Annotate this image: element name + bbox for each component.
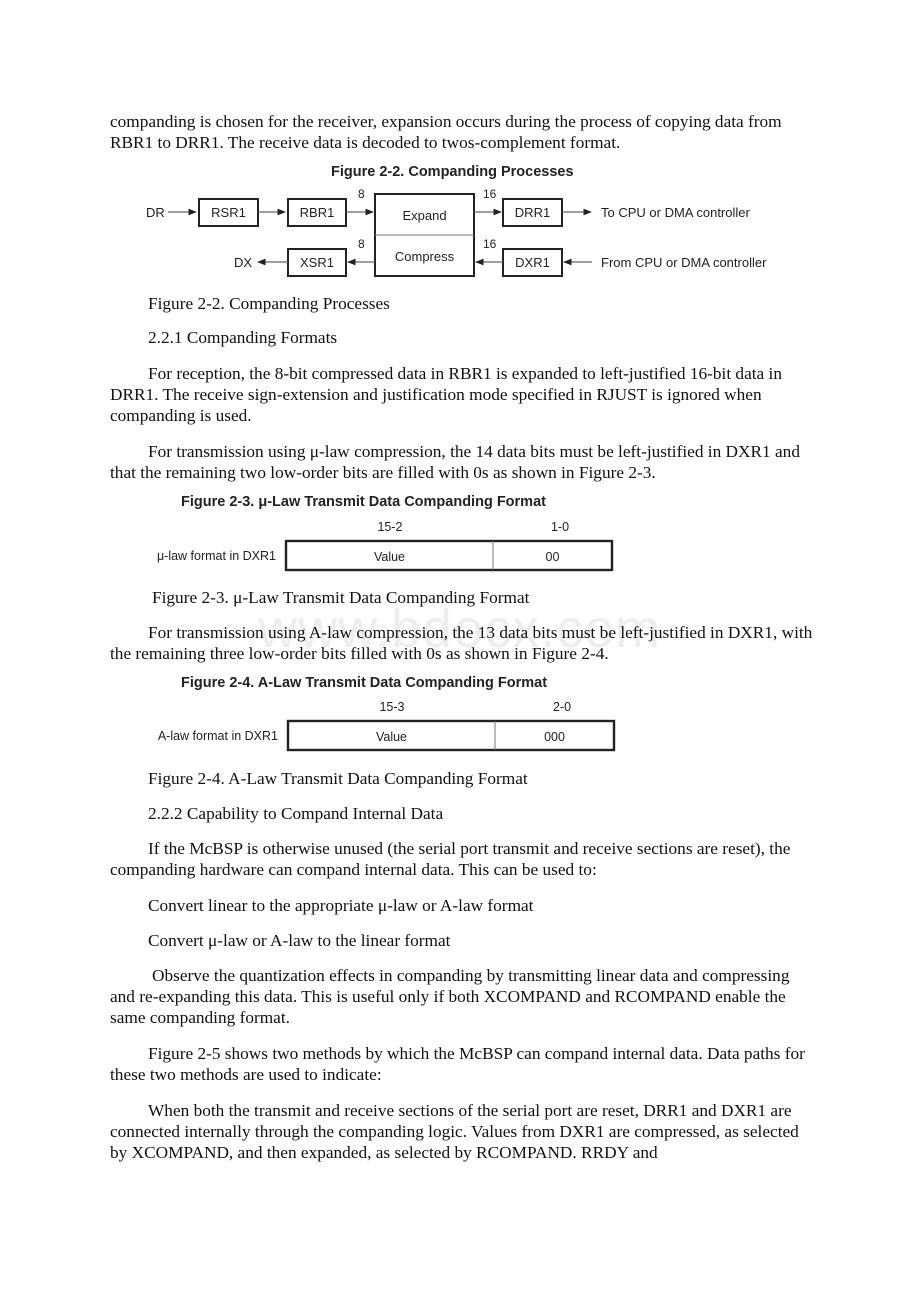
figure-2-4-caption: Figure 2-4. A-Law Transmit Data Compandi…	[148, 769, 528, 788]
paragraph-mu-law: For transmission using μ-law compression…	[110, 442, 800, 482]
field1-bits: 15-2	[377, 520, 402, 534]
figure-2-3-register: 15-2 1-0 μ-law format in DXR1 Value 00	[157, 520, 614, 572]
section-heading-2-2-2: 2.2.2 Capability to Compand Internal Dat…	[148, 804, 444, 823]
rsr1-label: RSR1	[211, 205, 246, 220]
figure-2-4-title: Figure 2-4. A-Law Transmit Data Compandi…	[181, 675, 548, 691]
field1-bits: 15-3	[379, 700, 404, 714]
register-box	[284, 539, 614, 572]
register-row-label: μ-law format in DXR1	[157, 549, 276, 563]
bits-16-bottom: 16	[483, 237, 497, 251]
paragraph-intro: companding is chosen for the receiver, e…	[110, 112, 782, 152]
section-heading-2-2-1: 2.2.1 Companding Formats	[148, 328, 338, 347]
list-item-convert-law: Convert μ-law or A-law to the linear for…	[148, 931, 451, 950]
figure-2-2-caption: Figure 2-2. Companding Processes	[148, 294, 390, 313]
paragraph-both-reset: When both the transmit and receive secti…	[110, 1101, 799, 1162]
paragraph-mcbsp-unused: If the McBSP is otherwise unused (the se…	[110, 839, 791, 879]
paragraph-reception: For reception, the 8-bit compressed data…	[110, 364, 782, 425]
figure-2-3-title: Figure 2-3. μ-Law Transmit Data Compandi…	[181, 494, 546, 510]
field2-bits: 2-0	[553, 700, 571, 714]
bits-16-top: 16	[483, 187, 497, 201]
rbr1-label: RBR1	[300, 205, 335, 220]
field2-value: 000	[544, 730, 565, 744]
expand-label: Expand	[402, 208, 446, 223]
dxr1-label: DXR1	[515, 255, 550, 270]
register-row-label: A-law format in DXR1	[158, 729, 278, 743]
paragraph-a-law: For transmission using A-law compression…	[110, 623, 813, 663]
register-box	[286, 719, 616, 752]
list-item-observe-quantization: Observe the quantization effects in comp…	[110, 966, 790, 1027]
field2-value: 00	[546, 550, 560, 564]
figure-2-2-diagram: DR RSR1 RBR1 8 Expand Compress 16 DRR1 T…	[146, 187, 767, 277]
field1-value: Value	[376, 730, 407, 744]
field1-value: Value	[374, 550, 405, 564]
dr-label: DR	[146, 205, 165, 220]
figure-2-3-caption: Figure 2-3. μ-Law Transmit Data Compandi…	[152, 588, 530, 607]
figure-2-4-register: 15-3 2-0 A-law format in DXR1 Value 000	[158, 700, 616, 752]
list-item-convert-linear: Convert linear to the appropriate μ-law …	[148, 896, 534, 915]
bits-8-bottom: 8	[358, 237, 365, 251]
field2-bits: 1-0	[551, 520, 569, 534]
bits-8-top: 8	[358, 187, 365, 201]
xsr1-label: XSR1	[300, 255, 334, 270]
drr1-label: DRR1	[515, 205, 550, 220]
dx-label: DX	[234, 255, 252, 270]
paragraph-figure-2-5: Figure 2-5 shows two methods by which th…	[110, 1044, 805, 1084]
compress-label: Compress	[395, 249, 455, 264]
to-cpu-label: To CPU or DMA controller	[601, 205, 750, 220]
figure-2-2-title: Figure 2-2. Companding Processes	[331, 164, 574, 180]
from-cpu-label: From CPU or DMA controller	[601, 255, 767, 270]
